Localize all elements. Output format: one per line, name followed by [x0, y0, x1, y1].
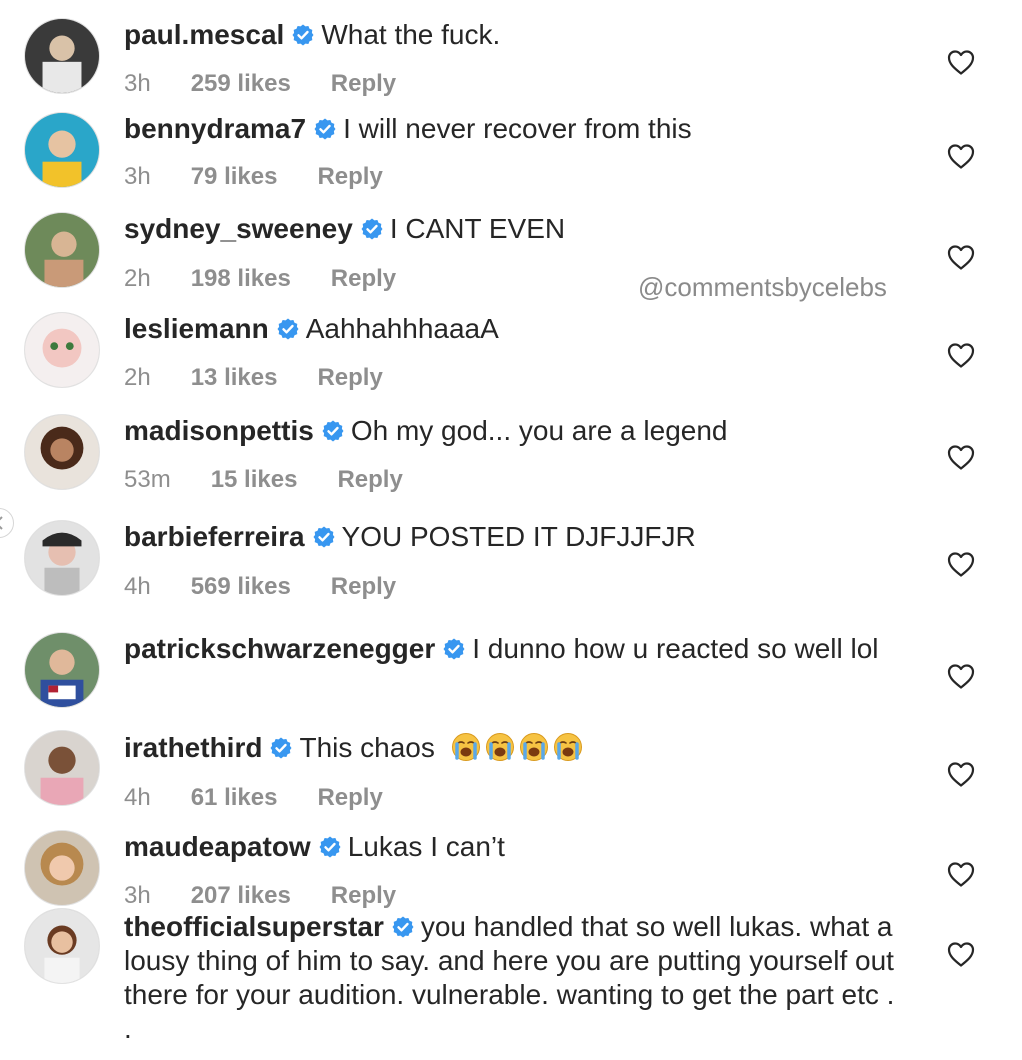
likes-count[interactable]: 79 likes — [191, 163, 278, 191]
avatar[interactable] — [24, 520, 100, 596]
timestamp: 4h — [124, 573, 151, 600]
verified-badge-icon — [442, 637, 466, 661]
comment-meta: 3h 79 likes Reply — [124, 163, 383, 191]
loudly-crying-face-emoji — [485, 732, 515, 762]
timestamp: 3h — [124, 163, 151, 190]
reply-button[interactable]: Reply — [317, 364, 382, 392]
like-heart-icon[interactable] — [946, 243, 976, 271]
like-heart-icon[interactable] — [946, 48, 976, 76]
reply-button[interactable]: Reply — [331, 882, 396, 910]
comment-meta: 4h 61 likes Reply — [124, 784, 383, 812]
verified-badge-icon — [269, 736, 293, 760]
watermark: @commentsbycelebs — [638, 272, 887, 302]
comment-meta: 53m 15 likes Reply — [124, 466, 403, 494]
comment-body: bennydrama7 I will never recover from thi… — [124, 112, 904, 146]
timestamp: 2h — [124, 364, 151, 391]
comment-meta: 2h 198 likes Reply — [124, 265, 396, 293]
like-heart-icon[interactable] — [946, 940, 976, 968]
likes-count[interactable]: 198 likes — [191, 265, 291, 293]
avatar[interactable] — [24, 830, 100, 906]
timestamp: 2h — [124, 265, 151, 292]
username[interactable]: sydney_sweeney — [124, 213, 353, 244]
reply-button[interactable]: Reply — [317, 163, 382, 191]
comment-body: sydney_sweeney I CANT EVEN — [124, 212, 904, 246]
comment-body: maudeapatow Lukas I can’t — [124, 830, 904, 864]
avatar[interactable] — [24, 632, 100, 708]
verified-badge-icon — [313, 117, 337, 141]
comment-body: irathethird This chaos — [124, 731, 904, 765]
like-heart-icon[interactable] — [946, 443, 976, 471]
likes-count[interactable]: 13 likes — [191, 364, 278, 392]
comment-text: YOU POSTED IT DJFJJFJR — [341, 521, 696, 552]
like-heart-icon[interactable] — [946, 860, 976, 888]
loudly-crying-face-emoji — [451, 732, 481, 762]
likes-count[interactable]: 15 likes — [211, 466, 298, 494]
likes-count[interactable]: 207 likes — [191, 882, 291, 910]
comment-body: paul.mescal What the fuck. — [124, 18, 904, 52]
avatar[interactable] — [24, 908, 100, 984]
comment-meta: 3h 259 likes Reply — [124, 70, 396, 98]
like-heart-icon[interactable] — [946, 662, 976, 690]
comment-text: What the fuck. — [321, 19, 501, 50]
like-heart-icon[interactable] — [946, 550, 976, 578]
verified-badge-icon — [312, 525, 336, 549]
avatar[interactable] — [24, 18, 100, 94]
username[interactable]: irathethird — [124, 732, 262, 763]
verified-badge-icon — [318, 835, 342, 859]
avatar[interactable] — [24, 730, 100, 806]
verified-badge-icon — [321, 419, 345, 443]
comment-text: Lukas I can’t — [347, 831, 505, 862]
comment-text: This chaos — [299, 732, 435, 763]
comment-text: AahhahhhaaaA — [305, 313, 499, 344]
username[interactable]: patrickschwarzenegger — [124, 633, 435, 664]
timestamp: 4h — [124, 784, 151, 811]
avatar[interactable] — [24, 312, 100, 388]
comment-text: I dunno how u reacted so well lol — [472, 633, 879, 664]
verified-badge-icon — [276, 317, 300, 341]
reply-button[interactable]: Reply — [337, 466, 402, 494]
comment-body: theofficialsuperstar you handled that so … — [124, 910, 904, 1046]
loudly-crying-face-emoji — [519, 732, 549, 762]
reply-button[interactable]: Reply — [331, 573, 396, 601]
verified-badge-icon — [291, 23, 315, 47]
timestamp: 53m — [124, 466, 171, 493]
like-heart-icon[interactable] — [946, 142, 976, 170]
username[interactable]: paul.mescal — [124, 19, 284, 50]
likes-count[interactable]: 569 likes — [191, 573, 291, 601]
comment-meta: 3h 207 likes Reply — [124, 882, 396, 910]
username[interactable]: madisonpettis — [124, 415, 314, 446]
chevron-left-icon[interactable] — [0, 508, 14, 538]
likes-count[interactable]: 259 likes — [191, 70, 291, 98]
reply-button[interactable]: Reply — [317, 784, 382, 812]
comment-meta: 4h 569 likes Reply — [124, 573, 396, 601]
like-heart-icon[interactable] — [946, 341, 976, 369]
comment-meta: 2h 13 likes Reply — [124, 364, 383, 392]
reply-button[interactable]: Reply — [331, 265, 396, 293]
verified-badge-icon — [391, 915, 415, 939]
loudly-crying-face-emoji — [553, 732, 583, 762]
comment-body: patrickschwarzenegger I dunno how u react… — [124, 632, 904, 666]
comment-text: I will never recover from this — [343, 113, 692, 144]
avatar[interactable] — [24, 212, 100, 288]
avatar[interactable] — [24, 414, 100, 490]
username[interactable]: barbieferreira — [124, 521, 305, 552]
avatar[interactable] — [24, 112, 100, 188]
comment-text: I CANT EVEN — [389, 213, 566, 244]
timestamp: 3h — [124, 882, 151, 909]
comment-body: lesliemann AahhahhhaaaA — [124, 312, 904, 346]
comment-body: madisonpettis Oh my god... you are a lege… — [124, 414, 904, 448]
like-heart-icon[interactable] — [946, 760, 976, 788]
comment-text: Oh my god... you are a legend — [350, 415, 728, 446]
timestamp: 3h — [124, 70, 151, 97]
username[interactable]: theofficialsuperstar — [124, 911, 384, 942]
comment-body: barbieferreira YOU POSTED IT DJFJJFJR — [124, 520, 904, 554]
verified-badge-icon — [360, 217, 384, 241]
username[interactable]: bennydrama7 — [124, 113, 306, 144]
username[interactable]: lesliemann — [124, 313, 269, 344]
username[interactable]: maudeapatow — [124, 831, 311, 862]
reply-button[interactable]: Reply — [331, 70, 396, 98]
likes-count[interactable]: 61 likes — [191, 784, 278, 812]
